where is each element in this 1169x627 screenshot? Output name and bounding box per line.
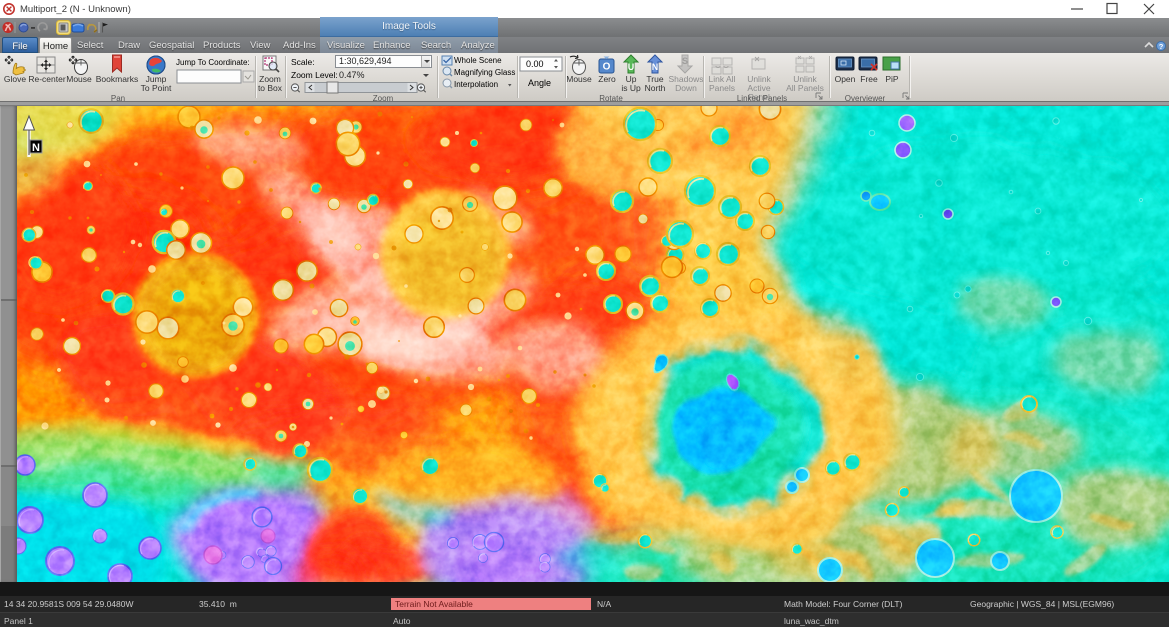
- svg-text:N: N: [652, 62, 659, 72]
- svg-text:?: ?: [1159, 42, 1164, 51]
- svg-text:Angle: Angle: [528, 78, 551, 88]
- svg-text:Interpolation: Interpolation: [454, 80, 498, 89]
- svg-text:Scale:: Scale:: [291, 57, 315, 67]
- svg-text:Jump To Coordinate:: Jump To Coordinate:: [176, 58, 250, 67]
- svg-text:N: N: [32, 142, 40, 154]
- svg-text:U: U: [628, 62, 635, 72]
- svg-text:O: O: [603, 62, 611, 73]
- svg-text:Magnifying Glass: Magnifying Glass: [454, 68, 515, 77]
- svg-text:0.00: 0.00: [526, 59, 544, 69]
- svg-text:Whole Scene: Whole Scene: [454, 56, 502, 65]
- svg-text:S: S: [682, 56, 688, 66]
- svg-text:Zoom Level:: Zoom Level:: [291, 70, 338, 80]
